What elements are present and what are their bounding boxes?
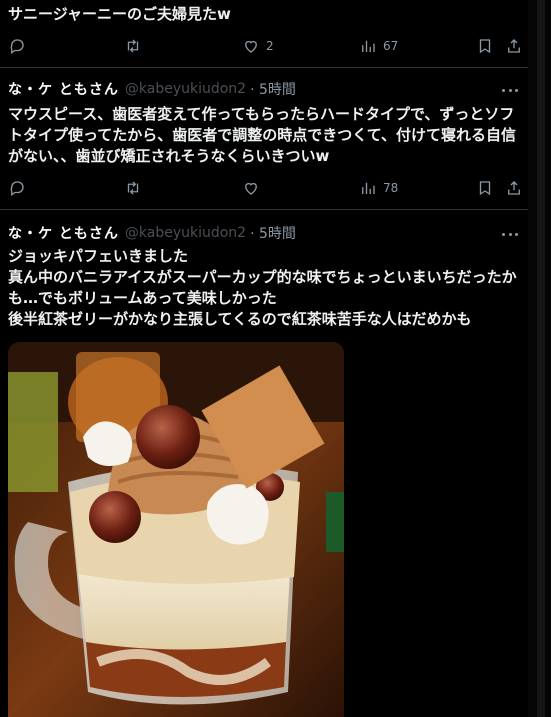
share-button[interactable] — [505, 34, 523, 58]
share-icon — [508, 181, 520, 195]
more-icon — [502, 88, 505, 92]
tweet-photo[interactable] — [8, 342, 344, 717]
tweet-actions: 78 — [0, 176, 528, 200]
bookmark-button[interactable] — [476, 34, 494, 58]
tweet-header: な・ケ ともさん @kabeyukiudon2 · 5時間 — [8, 224, 296, 242]
share-button[interactable] — [505, 176, 523, 200]
parfait-photo — [8, 342, 344, 717]
more-icon — [502, 232, 505, 236]
scrollbar[interactable] — [528, 0, 551, 717]
more-button[interactable] — [502, 82, 518, 98]
author-handle[interactable]: @kabeyukiudon2 — [125, 81, 246, 97]
more-button[interactable] — [502, 226, 518, 242]
reply-button[interactable] — [8, 176, 26, 200]
retweet-icon — [127, 181, 139, 195]
share-icon — [508, 39, 520, 53]
tweet-1[interactable]: サニージャーニーのご夫婦見たw 2 67 — [0, 0, 528, 67]
tweet-actions: 2 67 — [0, 34, 528, 58]
tweet-2[interactable]: な・ケ ともさん @kabeyukiudon2 · 5時間 マウスピース、歯医者… — [0, 68, 528, 209]
tweet-time[interactable]: · 5時間 — [250, 223, 296, 243]
author-name[interactable]: な・ケ ともさん — [8, 79, 119, 99]
tweet-text: マウスピース、歯医者変えて作ってもらったらハードタイプで、ずっとソフトタイプ使っ… — [8, 105, 517, 165]
bookmark-icon — [479, 39, 491, 54]
reply-button[interactable] — [8, 34, 26, 58]
retweet-button[interactable] — [124, 176, 142, 200]
retweet-button[interactable] — [124, 34, 142, 58]
heart-icon — [245, 40, 257, 53]
like-button[interactable] — [242, 176, 260, 200]
bookmark-button[interactable] — [476, 176, 494, 200]
views-count: 78 — [383, 181, 399, 195]
bookmark-icon — [479, 181, 491, 196]
tweet-text: サニージャーニーのご夫婦見たw — [8, 5, 231, 23]
like-button[interactable]: 2 — [242, 34, 274, 58]
retweet-icon — [127, 39, 139, 53]
scrollbar-thumb[interactable] — [537, 0, 545, 717]
views-icon — [362, 40, 375, 52]
heart-icon — [245, 182, 257, 195]
views-button[interactable]: 67 — [359, 34, 398, 58]
views-button[interactable]: 78 — [359, 176, 398, 200]
tweet-header: な・ケ ともさん @kabeyukiudon2 · 5時間 — [8, 80, 296, 98]
tweet-text: ジョッキパフェいきました 真ん中のバニラアイスがスーパーカップ的な味でちょっとい… — [8, 247, 517, 328]
tweet-time[interactable]: · 5時間 — [250, 79, 296, 99]
reply-icon — [10, 39, 24, 55]
views-count: 67 — [383, 39, 399, 53]
author-handle[interactable]: @kabeyukiudon2 — [125, 225, 246, 241]
like-count: 2 — [266, 39, 274, 53]
views-icon — [362, 182, 375, 194]
author-name[interactable]: な・ケ ともさん — [8, 223, 119, 243]
reply-icon — [10, 181, 24, 197]
